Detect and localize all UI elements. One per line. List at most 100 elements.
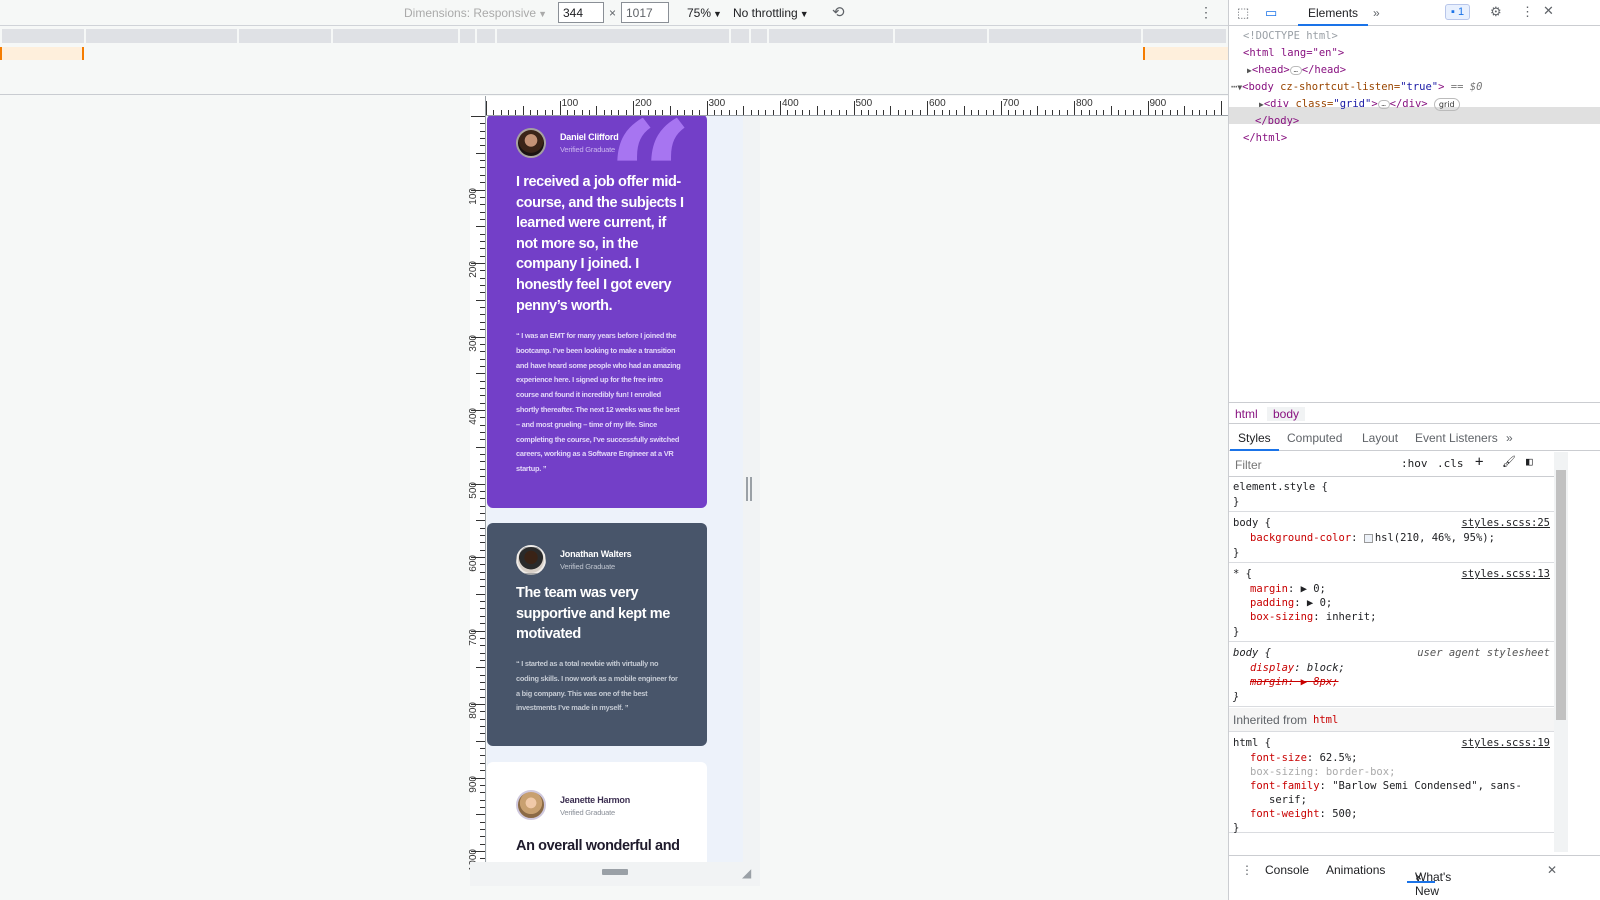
tab-layout[interactable]: Layout <box>1362 431 1398 445</box>
ruler-tick <box>480 248 485 250</box>
rule-selector: body { <box>1233 647 1271 659</box>
height-input[interactable] <box>621 2 669 23</box>
inherited-tag-link[interactable]: html <box>1313 713 1338 727</box>
ruler-tick <box>1162 110 1164 115</box>
source-link[interactable]: styles.scss:13 <box>1461 567 1550 581</box>
property-name[interactable]: font-weight <box>1250 808 1320 820</box>
zoom-dropdown[interactable]: 75% ▼ <box>687 6 722 20</box>
property-value[interactable]: ▶ 0; <box>1301 583 1326 595</box>
media-query-segment[interactable] <box>477 29 495 43</box>
media-query-min-segment[interactable] <box>1143 47 1228 60</box>
more-tabs-icon[interactable]: » <box>1373 6 1380 20</box>
media-query-segment[interactable] <box>769 29 893 43</box>
property-name[interactable]: margin <box>1250 583 1288 595</box>
scrollbar-thumb[interactable] <box>1556 470 1566 720</box>
ruler-tick <box>1103 110 1105 115</box>
avatar <box>516 790 546 820</box>
ellipsis-icon[interactable]: … <box>1289 65 1302 75</box>
resize-handle-vertical[interactable] <box>602 869 628 875</box>
issues-badge[interactable]: ▪ 1 <box>1445 4 1471 20</box>
dimensions-dropdown[interactable]: Dimensions: Responsive ▼ <box>404 6 547 20</box>
media-query-segment[interactable] <box>497 29 729 43</box>
property-name[interactable]: box-sizing <box>1250 611 1313 623</box>
media-query-segment[interactable] <box>2 29 84 43</box>
media-query-segment[interactable] <box>895 29 987 43</box>
doctype-node[interactable]: <!DOCTYPE html> <box>1243 28 1338 45</box>
media-query-segment[interactable] <box>460 29 475 43</box>
property-value[interactable]: 62.5%; <box>1320 752 1358 764</box>
html-close-node[interactable]: </html> <box>1243 130 1287 147</box>
class-toggle[interactable]: .cls <box>1437 457 1464 470</box>
zoom-label: 75% <box>687 6 712 20</box>
rule-selector[interactable]: element.style { <box>1233 480 1328 494</box>
breadcrumb-html[interactable]: html <box>1235 407 1258 421</box>
body-node[interactable]: ⋯▼<body cz-shortcut-listen="true"> == $0 <box>1231 79 1482 96</box>
filter-input[interactable] <box>1229 455 1391 474</box>
tab-styles[interactable]: Styles <box>1230 431 1279 451</box>
media-query-min-segment[interactable] <box>0 47 84 60</box>
user-agent-label: user agent stylesheet <box>1417 647 1550 659</box>
tab-computed[interactable]: Computed <box>1287 431 1342 445</box>
more-options-icon[interactable]: ⋮ <box>1199 4 1213 21</box>
new-rule-icon[interactable]: + <box>1475 454 1483 470</box>
media-query-segment[interactable] <box>86 29 237 43</box>
ruler-tick <box>647 110 649 115</box>
source-link[interactable]: styles.scss:19 <box>1461 736 1550 750</box>
rule-selector[interactable]: body { <box>1233 516 1271 530</box>
color-swatch[interactable] <box>1363 533 1373 543</box>
hover-state-toggle[interactable]: :hov <box>1401 457 1428 470</box>
paint-brush-icon[interactable]: 🖌 <box>1502 455 1516 468</box>
tab-console[interactable]: Console <box>1265 863 1309 877</box>
divider <box>0 94 1228 95</box>
ruler-tick <box>480 505 485 507</box>
author-role: Verified Graduate <box>560 145 615 154</box>
tab-animations[interactable]: Animations <box>1326 863 1385 877</box>
property-value[interactable]: "Barlow Semi Condensed", sans- <box>1332 780 1522 792</box>
ruler-tick <box>588 110 590 115</box>
ruler-label: 400 <box>782 98 799 109</box>
breadcrumb-body[interactable]: body <box>1267 407 1306 421</box>
more-options-icon[interactable]: ⋮ <box>1521 4 1534 20</box>
body-close-node[interactable]: </body> <box>1255 113 1299 130</box>
media-query-segment[interactable] <box>989 29 1141 43</box>
rule-selector[interactable]: html { <box>1233 736 1271 750</box>
property-name[interactable]: font-family <box>1250 780 1320 792</box>
rotate-icon[interactable]: ⟲ <box>832 3 845 21</box>
throttling-dropdown[interactable]: No throttling ▼ <box>733 6 809 20</box>
div-grid-node[interactable]: ▶<div class="grid">… </div> grid <box>1259 96 1460 113</box>
media-query-segment[interactable] <box>731 29 749 43</box>
property-name[interactable]: background-color <box>1250 532 1351 544</box>
close-icon[interactable]: ✕ <box>1543 3 1554 19</box>
close-tab-icon[interactable]: × <box>1415 870 1422 884</box>
property-name[interactable]: font-size <box>1250 752 1307 764</box>
resize-corner-icon[interactable]: ◢ <box>742 866 751 880</box>
width-input[interactable] <box>558 2 604 23</box>
media-query-segment[interactable] <box>1143 29 1226 43</box>
device-toggle-icon[interactable]: ▭ <box>1265 5 1277 21</box>
inspect-element-icon[interactable]: ⬚ <box>1237 5 1249 21</box>
media-query-segment[interactable] <box>239 29 331 43</box>
more-tabs-icon[interactable]: » <box>1506 431 1513 445</box>
property-value[interactable]: ▶ 0; <box>1307 597 1332 609</box>
grid-badge[interactable]: grid <box>1433 98 1460 111</box>
toggle-sidebar-icon[interactable]: ◧ <box>1526 455 1533 468</box>
settings-gear-icon[interactable]: ⚙ <box>1490 4 1502 20</box>
source-link[interactable]: styles.scss:25 <box>1461 516 1550 530</box>
tab-elements[interactable]: Elements <box>1297 6 1369 26</box>
media-query-segment[interactable] <box>333 29 458 43</box>
property-value[interactable]: inherit; <box>1326 611 1377 623</box>
rule-selector[interactable]: * { <box>1233 567 1252 581</box>
property-value[interactable]: hsl(210, 46%, 95%); <box>1375 532 1495 544</box>
styles-scrollbar[interactable] <box>1554 452 1568 852</box>
html-node[interactable]: <html lang="en"> <box>1243 45 1344 62</box>
ruler-tick <box>596 106 598 115</box>
tab-event-listeners[interactable]: Event Listeners <box>1415 431 1498 445</box>
drawer-menu-icon[interactable]: ⋮ <box>1241 863 1253 877</box>
close-drawer-icon[interactable]: ✕ <box>1547 863 1557 877</box>
property-value[interactable]: 500; <box>1332 808 1357 820</box>
ellipsis-icon[interactable]: … <box>1377 99 1390 109</box>
resize-handle-horizontal[interactable] <box>746 477 752 501</box>
media-query-segment[interactable] <box>751 29 767 43</box>
head-node[interactable]: ▶<head>… </head> <box>1247 62 1346 79</box>
property-name[interactable]: padding <box>1250 597 1294 609</box>
